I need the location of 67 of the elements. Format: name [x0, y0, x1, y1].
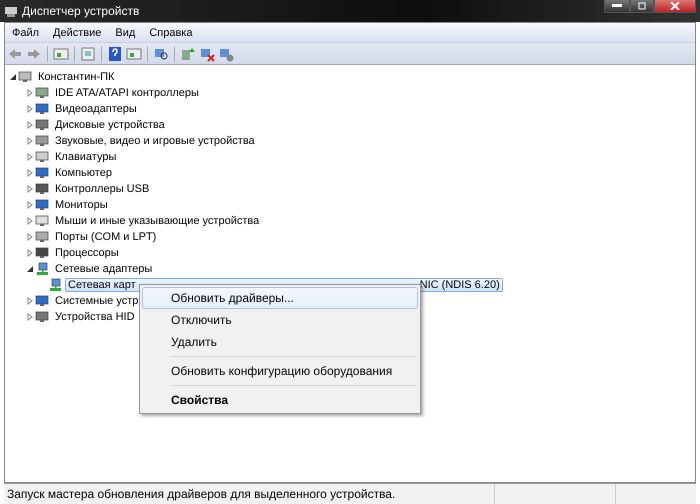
- window-title: Диспетчер устройств: [22, 4, 140, 18]
- device-icon: [35, 198, 50, 212]
- device-icon: [35, 150, 50, 164]
- expand-arrow-icon[interactable]: [26, 89, 34, 97]
- expand-arrow-icon[interactable]: [26, 185, 34, 193]
- expand-arrow-icon[interactable]: [26, 313, 34, 321]
- close-icon: [670, 2, 680, 10]
- tree-item[interactable]: Компьютер: [52, 166, 115, 180]
- computer-icon: [18, 70, 33, 84]
- device-icon: [35, 246, 50, 260]
- tree-item[interactable]: IDE ATA/ATAPI контроллеры: [52, 86, 202, 100]
- tree-item[interactable]: Процессоры: [52, 246, 122, 260]
- expand-arrow-icon[interactable]: [26, 153, 34, 161]
- tree-item[interactable]: Сетевые адаптеры: [52, 262, 156, 276]
- menu-item[interactable]: Свойства: [142, 389, 418, 411]
- menu-item[interactable]: Обновить конфигурацию оборудования: [142, 360, 418, 382]
- expand-arrow-icon[interactable]: [26, 249, 34, 257]
- maximize-button[interactable]: [630, 0, 654, 13]
- device-icon: [35, 182, 50, 196]
- tree-item[interactable]: Устройства HID: [52, 310, 138, 324]
- expand-arrow-icon[interactable]: [26, 297, 34, 305]
- network-adapter-icon: [48, 278, 63, 292]
- expand-arrow-icon[interactable]: [26, 217, 34, 225]
- computer-icon: [4, 4, 18, 18]
- menu-item[interactable]: Действие: [46, 26, 108, 38]
- expand-arrow-icon[interactable]: [26, 121, 34, 129]
- expand-arrow-icon[interactable]: [26, 201, 34, 209]
- close-button[interactable]: [654, 0, 696, 13]
- menu-item[interactable]: Файл: [5, 26, 46, 38]
- device-icon: [35, 118, 50, 132]
- device-icon: [35, 294, 50, 308]
- network-adapter-icon: [35, 262, 50, 276]
- collapse-arrow-icon[interactable]: [26, 265, 34, 273]
- expand-arrow-icon[interactable]: [26, 233, 34, 241]
- tree-item[interactable]: Контроллеры USB: [52, 182, 152, 196]
- panel-icon[interactable]: [53, 46, 69, 62]
- status-text: Запуск мастера обновления драйверов для выделенного устройства.: [6, 486, 396, 503]
- device-icon: [35, 102, 50, 116]
- tree-item[interactable]: Видеоадаптеры: [52, 102, 140, 116]
- help-icon[interactable]: [107, 46, 123, 62]
- menu-item[interactable]: Справка: [142, 26, 200, 38]
- tree-item[interactable]: Мыши и иные указывающие устройства: [52, 214, 262, 228]
- device-icon: [35, 214, 50, 228]
- menu-item[interactable]: Обновить драйверы...: [142, 287, 418, 309]
- device-icon: [35, 134, 50, 148]
- panel-icon[interactable]: [126, 46, 142, 62]
- device-icon: [35, 230, 50, 244]
- tree-item[interactable]: Мониторы: [52, 198, 111, 212]
- tree-item[interactable]: Клавиатуры: [52, 150, 120, 164]
- minimize-button[interactable]: [604, 0, 630, 13]
- tree-item[interactable]: Звуковые, видео и игровые устройства: [52, 134, 258, 148]
- menu-item[interactable]: Отключить: [142, 309, 418, 331]
- expand-arrow-icon[interactable]: [26, 169, 34, 177]
- maximize-icon: [638, 2, 646, 10]
- minimize-icon: [612, 4, 622, 8]
- device-icon: [35, 86, 50, 100]
- menu-item[interactable]: Вид: [108, 26, 142, 38]
- tree-item[interactable]: Константин-ПК: [35, 70, 118, 84]
- tree-item[interactable]: Порты (COM и LPT): [52, 230, 160, 244]
- expand-arrow-icon[interactable]: [26, 105, 34, 113]
- device-icon: [35, 310, 50, 324]
- menu-item[interactable]: Удалить: [142, 331, 418, 353]
- tree-item[interactable]: Системные устр: [52, 294, 142, 308]
- tree-item[interactable]: Дисковые устройства: [52, 118, 168, 132]
- collapse-arrow-icon[interactable]: [9, 73, 17, 81]
- device-icon: [35, 166, 50, 180]
- expand-arrow-icon[interactable]: [26, 137, 34, 145]
